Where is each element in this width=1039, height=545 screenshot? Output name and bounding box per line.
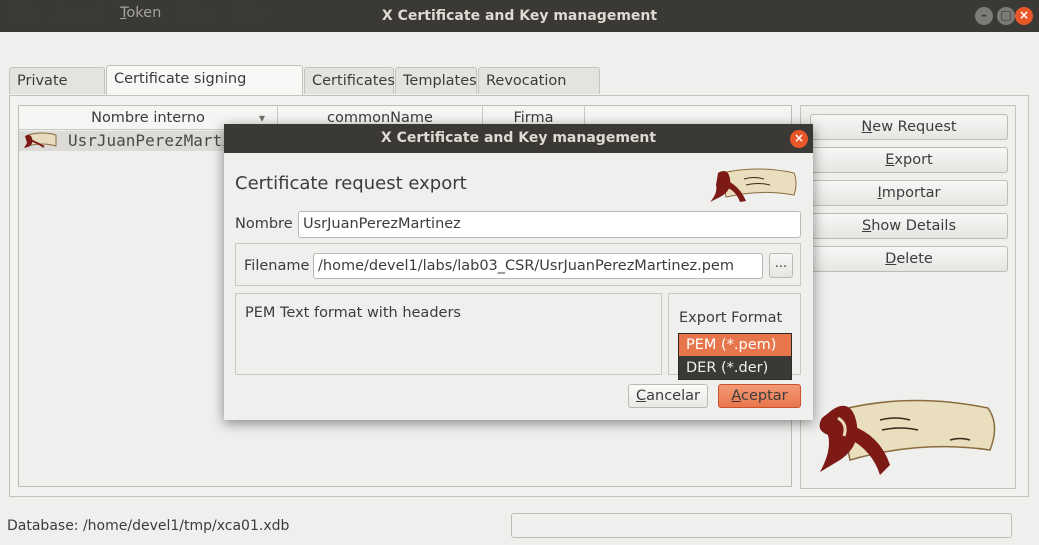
scroll-watermark-icon: [810, 390, 1000, 484]
dialog-close-button[interactable]: ×: [790, 130, 808, 148]
new-request-button[interactable]: New Request: [810, 114, 1008, 140]
database-status: Database: /home/devel1/tmp/xca01.xdb: [7, 518, 290, 534]
filename-label: Filename: [244, 258, 310, 274]
minimize-button[interactable]: –: [975, 7, 993, 25]
scroll-logo-icon: [708, 165, 798, 207]
browse-button[interactable]: ...: [769, 253, 793, 278]
tab-certificate-signing-requests[interactable]: Certificate signing requests: [106, 65, 303, 113]
menu-bar: [0, 32, 1039, 58]
export-format-label: Export Format: [679, 310, 783, 326]
progress-bar: [511, 513, 1012, 538]
name-label: Nombre: [235, 216, 293, 232]
cancel-button[interactable]: Cancelar: [628, 384, 708, 408]
menu-file[interactable]: File: [11, 3, 35, 23]
scroll-icon: [22, 132, 60, 154]
name-field[interactable]: UsrJuanPerezMartinez: [298, 211, 801, 238]
dialog-heading: Certificate request export: [235, 173, 467, 194]
accept-button[interactable]: Aceptar: [718, 384, 801, 408]
column-label: Nombre interno: [91, 110, 205, 126]
import-button[interactable]: Importar: [810, 180, 1008, 206]
show-details-button[interactable]: Show Details: [810, 213, 1008, 239]
filename-field[interactable]: /home/devel1/labs/lab03_CSR/UsrJuanPerez…: [313, 253, 763, 279]
format-description: PEM Text format with headers: [245, 305, 461, 321]
maximize-button[interactable]: □: [997, 7, 1015, 25]
export-button[interactable]: Export: [810, 147, 1008, 173]
menu-help[interactable]: Help: [233, 3, 266, 23]
tab-revocation-lists[interactable]: Revocation lists: [478, 67, 600, 115]
tab-private-keys[interactable]: Private Keys: [9, 67, 105, 115]
format-option-pem[interactable]: PEM (*.pem): [679, 334, 791, 356]
menu-extra[interactable]: Extra: [179, 3, 217, 23]
menu-token[interactable]: Token: [120, 3, 161, 23]
menu-import[interactable]: Import: [55, 3, 103, 23]
delete-button[interactable]: Delete: [810, 246, 1008, 272]
format-option-der[interactable]: DER (*.der): [679, 357, 791, 379]
dialog-title: X Certificate and Key management: [224, 124, 813, 153]
tab-certificates[interactable]: Certificates: [304, 67, 395, 94]
tab-templates[interactable]: Templates: [395, 67, 477, 94]
close-button[interactable]: ×: [1015, 7, 1033, 25]
